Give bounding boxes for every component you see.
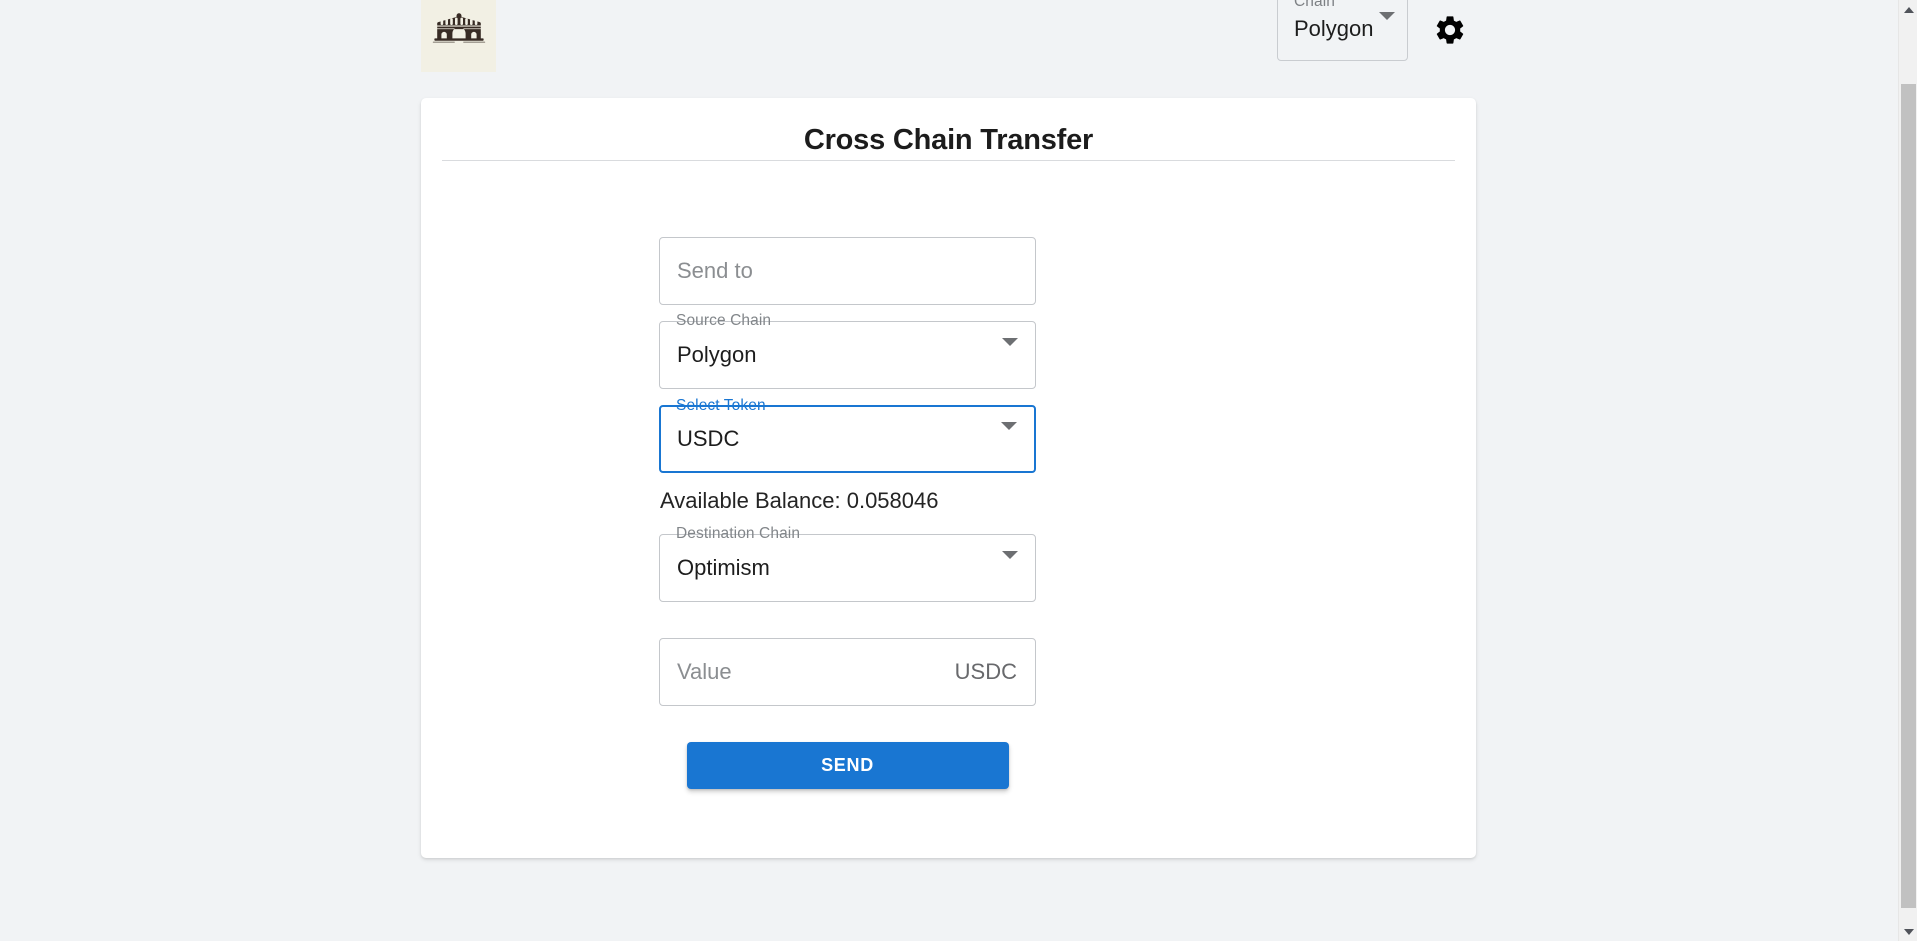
chevron-down-icon	[1379, 12, 1395, 38]
chevron-down-icon	[1002, 551, 1018, 577]
title-divider	[442, 160, 1455, 161]
chevron-down-icon	[1001, 422, 1017, 448]
send-to-field[interactable]: Send to	[659, 237, 1036, 305]
app-viewport: Chain Polygon Cross Chain Transfer Send …	[0, 0, 1917, 941]
destination-chain-value: Optimism	[677, 555, 770, 580]
select-token-value: USDC	[677, 426, 740, 451]
page-title: Cross Chain Transfer	[803, 124, 1094, 156]
transfer-card: Cross Chain Transfer Send to Source Chai…	[421, 98, 1476, 858]
destination-chain-label: Destination Chain	[676, 525, 801, 542]
transfer-form: Send to Source Chain Polygon Select Toke…	[659, 237, 1036, 789]
bridge-icon	[432, 12, 486, 46]
select-token-select[interactable]: Select Token USDC	[659, 398, 1036, 473]
available-balance-text: Available Balance: 0.058046	[660, 488, 939, 513]
scroll-down-arrow-icon[interactable]	[1899, 922, 1917, 941]
source-chain-select[interactable]: Source Chain Polygon	[659, 313, 1036, 389]
send-to-placeholder: Send to	[677, 258, 753, 283]
send-button[interactable]: SEND	[686, 742, 1009, 789]
settings-button[interactable]	[1428, 9, 1472, 53]
value-currency-adornment: USDC	[954, 659, 1017, 684]
select-token-label: Select Token	[676, 397, 766, 414]
page-scrollbar[interactable]	[1898, 0, 1917, 941]
scroll-up-arrow-icon[interactable]	[1899, 0, 1917, 19]
scrollbar-thumb[interactable]	[1901, 84, 1916, 908]
header-chain-value: Polygon	[1294, 16, 1374, 41]
header-chain-label: Chain	[1294, 0, 1335, 10]
destination-chain-select[interactable]: Destination Chain Optimism	[659, 526, 1036, 602]
header-chain-selector[interactable]: Chain Polygon	[1277, 0, 1408, 61]
value-field[interactable]: Value USDC	[659, 638, 1036, 706]
app-logo[interactable]	[421, 0, 496, 72]
source-chain-value: Polygon	[677, 342, 757, 367]
source-chain-label: Source Chain	[676, 312, 772, 329]
value-placeholder: Value	[677, 659, 732, 684]
chevron-down-icon	[1002, 338, 1018, 364]
gear-icon	[1433, 13, 1467, 50]
app-header: Chain Polygon	[0, 0, 1898, 86]
